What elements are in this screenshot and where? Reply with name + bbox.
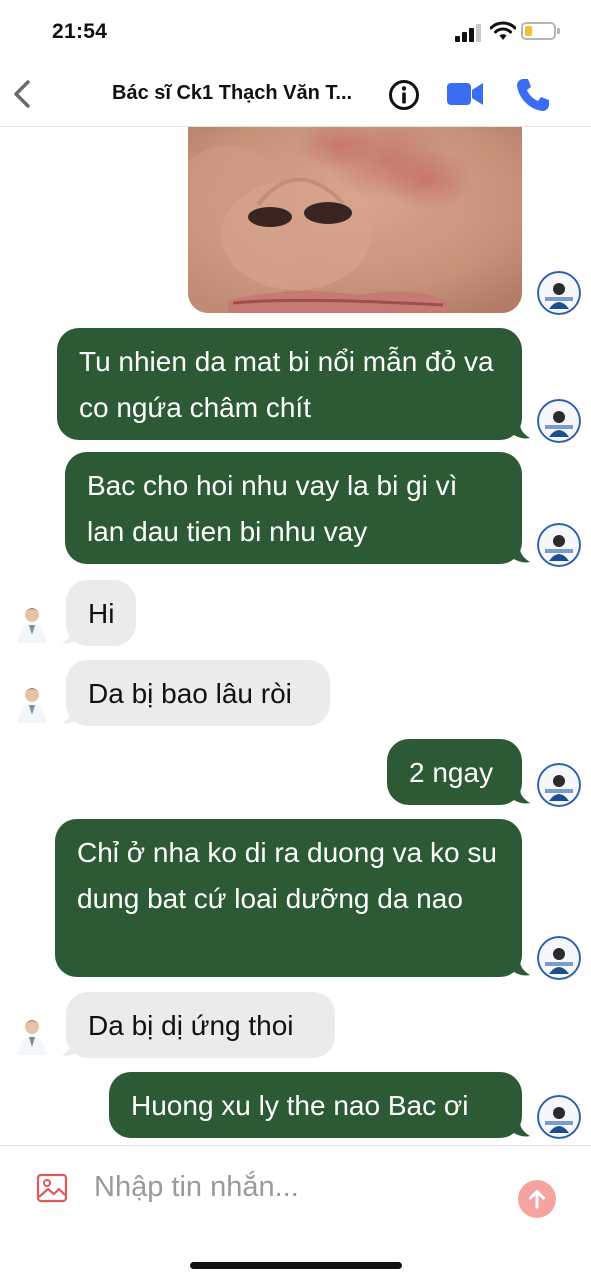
home-indicator: [190, 1262, 402, 1269]
bubble-tail: [512, 548, 530, 563]
incoming-message[interactable]: Hi: [66, 580, 136, 646]
arrow-up-icon: [529, 1190, 545, 1209]
user-avatar-image: [537, 271, 581, 315]
user-avatar[interactable]: [537, 936, 581, 980]
chat-header: Bác sĩ Ck1 Thạch Văn T...: [0, 62, 591, 127]
status-time: 21:54: [52, 20, 108, 43]
message-text: Huong xu ly the nao Bac ơi: [131, 1090, 469, 1121]
info-icon[interactable]: [388, 79, 420, 111]
chat-title: Bác sĩ Ck1 Thạch Văn T...: [112, 82, 353, 104]
message-text: Chỉ ở nha ko di ra duong va ko su dung b…: [77, 837, 497, 914]
outgoing-message[interactable]: 2 ngay: [387, 739, 522, 805]
doctor-avatar-image: [18, 608, 46, 643]
message-composer: [0, 1145, 591, 1281]
wifi-icon: [490, 21, 516, 40]
message-text: 2 ngay: [409, 757, 494, 788]
bubble-tail: [512, 424, 530, 439]
signal-icon: [455, 24, 481, 42]
message-text: Da bị dị ứng thoi: [88, 1010, 294, 1041]
bubble-tail: [512, 789, 530, 804]
outgoing-message[interactable]: Chỉ ở nha ko di ra duong va ko su dung b…: [55, 819, 522, 977]
battery-icon: [521, 22, 560, 40]
user-avatar-image: [537, 1095, 581, 1139]
image-icon[interactable]: [36, 1172, 68, 1204]
outgoing-message[interactable]: Bac cho hoi nhu vay la bi gi vì lan dau …: [65, 452, 522, 564]
doctor-avatar-image: [18, 688, 46, 723]
user-avatar[interactable]: [537, 523, 581, 567]
message-input[interactable]: [94, 1164, 494, 1210]
message-text: Bac cho hoi nhu vay la bi gi vì lan dau …: [87, 470, 458, 547]
user-avatar-image: [537, 523, 581, 567]
user-avatar-image: [537, 763, 581, 807]
doctor-avatar[interactable]: [12, 603, 52, 643]
user-avatar[interactable]: [537, 271, 581, 315]
send-button[interactable]: [518, 1180, 556, 1218]
user-avatar[interactable]: [537, 399, 581, 443]
incoming-message[interactable]: Da bị bao lâu ròi: [66, 660, 330, 726]
shared-photo[interactable]: [188, 127, 522, 313]
doctor-avatar[interactable]: [12, 683, 52, 723]
bubble-tail: [512, 961, 530, 976]
phone-icon[interactable]: [514, 76, 552, 114]
message-text: Da bị bao lâu ròi: [88, 678, 292, 709]
incoming-message[interactable]: Da bị dị ứng thoi: [66, 992, 335, 1058]
message-list[interactable]: Tu nhien da mat bi nổi mẫn đỏ va co ngứa…: [0, 127, 591, 1145]
outgoing-message[interactable]: Huong xu ly the nao Bac ơi: [109, 1072, 522, 1138]
status-bar: 21:54: [0, 0, 591, 62]
user-avatar-image: [537, 936, 581, 980]
user-avatar[interactable]: [537, 763, 581, 807]
doctor-avatar[interactable]: [12, 1015, 52, 1055]
message-text: Tu nhien da mat bi nổi mẫn đỏ va co ngứa…: [79, 346, 494, 423]
message-text: Hi: [88, 598, 115, 629]
outgoing-message[interactable]: Tu nhien da mat bi nổi mẫn đỏ va co ngứa…: [57, 328, 522, 440]
face-photo-image: [188, 127, 522, 313]
doctor-avatar-image: [18, 1020, 46, 1055]
user-avatar[interactable]: [537, 1095, 581, 1139]
chevron-left-icon[interactable]: [10, 78, 34, 110]
user-avatar-image: [537, 399, 581, 443]
bubble-tail: [512, 1122, 530, 1137]
video-camera-icon[interactable]: [446, 80, 484, 108]
